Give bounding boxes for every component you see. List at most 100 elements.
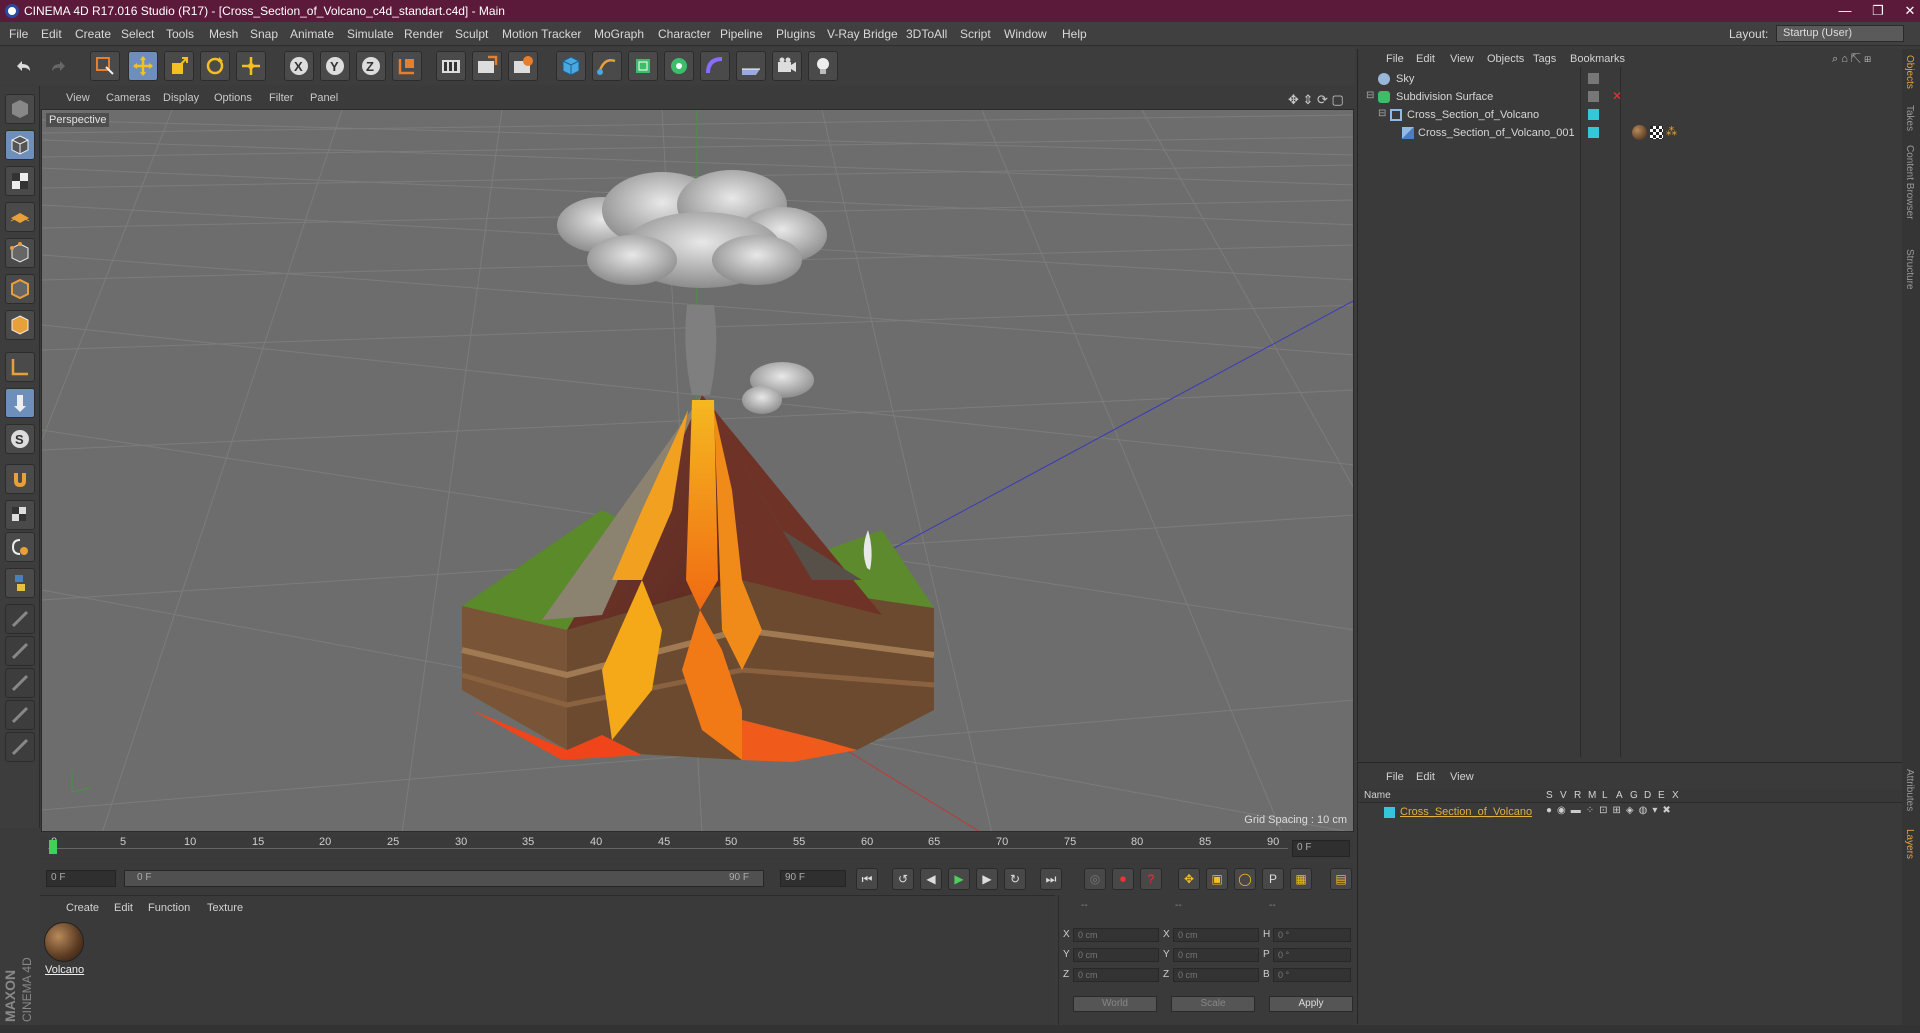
layer-menu-file[interactable]: File [1386, 771, 1404, 783]
polygons-mode-button[interactable] [5, 310, 35, 340]
viewport-menu-view[interactable]: View [66, 92, 90, 104]
viewport-menu-panel[interactable]: Panel [310, 92, 338, 104]
object-menu-objects[interactable]: Objects [1487, 53, 1524, 65]
material-menu-create[interactable]: Create [66, 902, 99, 914]
go-to-start-button[interactable]: ⏮ [856, 868, 878, 890]
subdivision-surface-button[interactable] [628, 51, 658, 81]
camera-object-button[interactable] [772, 51, 802, 81]
menu-animate[interactable]: Animate [290, 27, 334, 41]
transform-tool-button[interactable] [236, 51, 266, 81]
next-key-button[interactable]: ↻ [1004, 868, 1026, 890]
object-menu-tags[interactable]: Tags [1533, 53, 1556, 65]
menu-pipeline[interactable]: Pipeline [720, 27, 763, 41]
tab-attributes[interactable]: Attributes [1904, 769, 1915, 811]
timeline-window-button[interactable]: ▤ [1330, 868, 1352, 890]
position-y-field[interactable]: 0 cm [1073, 948, 1159, 962]
current-frame-field[interactable]: 0 F [1292, 840, 1350, 857]
position-x-field[interactable]: 0 cm [1073, 928, 1159, 942]
brush-tool-4-button[interactable] [5, 700, 35, 730]
rotation-h-field[interactable]: 0 ° [1273, 928, 1351, 942]
object-menu-edit[interactable]: Edit [1416, 53, 1435, 65]
texture-tag-icon[interactable] [1650, 126, 1663, 139]
tab-objects[interactable]: Objects [1904, 55, 1915, 89]
keyframe-selection-button[interactable]: ? [1140, 868, 1162, 890]
snapping-button[interactable]: S [5, 424, 35, 454]
start-frame-field[interactable]: 0 F [46, 870, 116, 887]
menu-help[interactable]: Help [1062, 27, 1087, 41]
redo-button[interactable] [44, 51, 74, 81]
menu-3dtoall[interactable]: 3DToAll [906, 27, 947, 41]
frame-range-slider[interactable]: 0 F 90 F [124, 870, 764, 887]
tweak-mode-button[interactable] [5, 388, 35, 418]
texture-lock-button[interactable] [5, 500, 35, 530]
material-swatch[interactable]: Volcano [44, 922, 86, 978]
layer-name[interactable]: Cross_Section_of_Volcano [1400, 806, 1532, 818]
viewport-navigation-icon[interactable]: ✥ ⇕ ⟳ ▢ [1288, 92, 1344, 108]
position-z-field[interactable]: 0 cm [1073, 968, 1159, 982]
size-x-field[interactable]: 0 cm [1173, 928, 1259, 942]
menu-mograph[interactable]: MoGraph [594, 27, 644, 41]
menu-mesh[interactable]: Mesh [209, 27, 238, 41]
menu-snap[interactable]: Snap [250, 27, 278, 41]
viewport-menu-cameras[interactable]: Cameras [106, 92, 151, 104]
layer-color-icon[interactable] [1588, 109, 1599, 120]
coordinate-system-button[interactable] [392, 51, 422, 81]
menu-sculpt[interactable]: Sculpt [455, 27, 488, 41]
menu-vray-bridge[interactable]: V-Ray Bridge [827, 27, 898, 41]
axis-mode-button[interactable] [5, 352, 35, 382]
light-object-button[interactable] [808, 51, 838, 81]
visibility-toggle-icon[interactable] [1588, 91, 1599, 102]
make-editable-button[interactable] [5, 94, 35, 124]
tab-takes[interactable]: Takes [1904, 105, 1915, 131]
close-button[interactable]: ✕ [1901, 2, 1919, 20]
maximize-button[interactable]: ❐ [1869, 2, 1887, 20]
object-search-icon[interactable]: ⌕ ⌂ ⇱ ⊞ [1832, 53, 1871, 66]
render-view-button[interactable] [436, 51, 466, 81]
move-tool-button[interactable] [128, 51, 158, 81]
menu-tools[interactable]: Tools [166, 27, 194, 41]
object-row-subdivision-surface[interactable]: ⊟ Subdivision Surface ✕ [1366, 89, 1896, 107]
layer-color-swatch[interactable] [1384, 807, 1395, 818]
menu-character[interactable]: Character [658, 27, 711, 41]
menu-file[interactable]: File [9, 27, 28, 41]
object-menu-file[interactable]: File [1386, 53, 1404, 65]
layer-color-icon[interactable] [1588, 127, 1599, 138]
next-frame-button[interactable]: ▶ [976, 868, 998, 890]
magnet-tool-button[interactable] [5, 464, 35, 494]
floor-object-button[interactable] [736, 51, 766, 81]
object-row-cross-section-of-volcano[interactable]: ⊟ Cross_Section_of_Volcano [1366, 107, 1896, 125]
live-selection-button[interactable] [90, 51, 120, 81]
mograph-cloner-button[interactable] [664, 51, 694, 81]
texture-mode-button[interactable] [5, 166, 35, 196]
expand-toggle-icon[interactable]: ⊟ [1366, 90, 1374, 101]
minimize-button[interactable]: — [1836, 2, 1854, 20]
menu-motion-tracker[interactable]: Motion Tracker [502, 27, 581, 41]
previous-key-button[interactable]: ↺ [892, 868, 914, 890]
3d-viewport[interactable]: Perspective Grid Spacing : 10 cm [41, 109, 1354, 832]
phong-tag-icon[interactable]: ⁂ [1666, 125, 1677, 138]
go-to-end-button[interactable]: ⏭ [1040, 868, 1062, 890]
layer-row[interactable]: Cross_Section_of_Volcano ●◉▬⁘⊡⊞◈◍▾✖ [1358, 805, 1903, 821]
menu-select[interactable]: Select [121, 27, 154, 41]
key-pla-button[interactable]: ▦ [1290, 868, 1312, 890]
menu-simulate[interactable]: Simulate [347, 27, 394, 41]
deformer-button[interactable] [700, 51, 730, 81]
render-to-picture-viewer-button[interactable] [472, 51, 502, 81]
material-menu-function[interactable]: Function [148, 902, 190, 914]
workplane-mode-button[interactable] [5, 202, 35, 232]
coordinate-mode-select[interactable]: World [1073, 996, 1157, 1012]
visibility-toggle-icon[interactable] [1588, 73, 1599, 84]
x-axis-lock-button[interactable]: X [284, 51, 314, 81]
pen-spline-button[interactable] [592, 51, 622, 81]
model-mode-button[interactable] [5, 130, 35, 160]
menu-render[interactable]: Render [404, 27, 443, 41]
key-scale-button[interactable]: ▣ [1206, 868, 1228, 890]
z-axis-lock-button[interactable]: Z [356, 51, 386, 81]
menu-script[interactable]: Script [960, 27, 991, 41]
points-mode-button[interactable] [5, 238, 35, 268]
paint-tool-button[interactable] [5, 532, 35, 562]
viewport-menu-options[interactable]: Options [214, 92, 252, 104]
object-row-sky[interactable]: Sky [1366, 71, 1896, 89]
undo-button[interactable] [8, 51, 38, 81]
play-button[interactable]: ▶ [948, 868, 970, 890]
